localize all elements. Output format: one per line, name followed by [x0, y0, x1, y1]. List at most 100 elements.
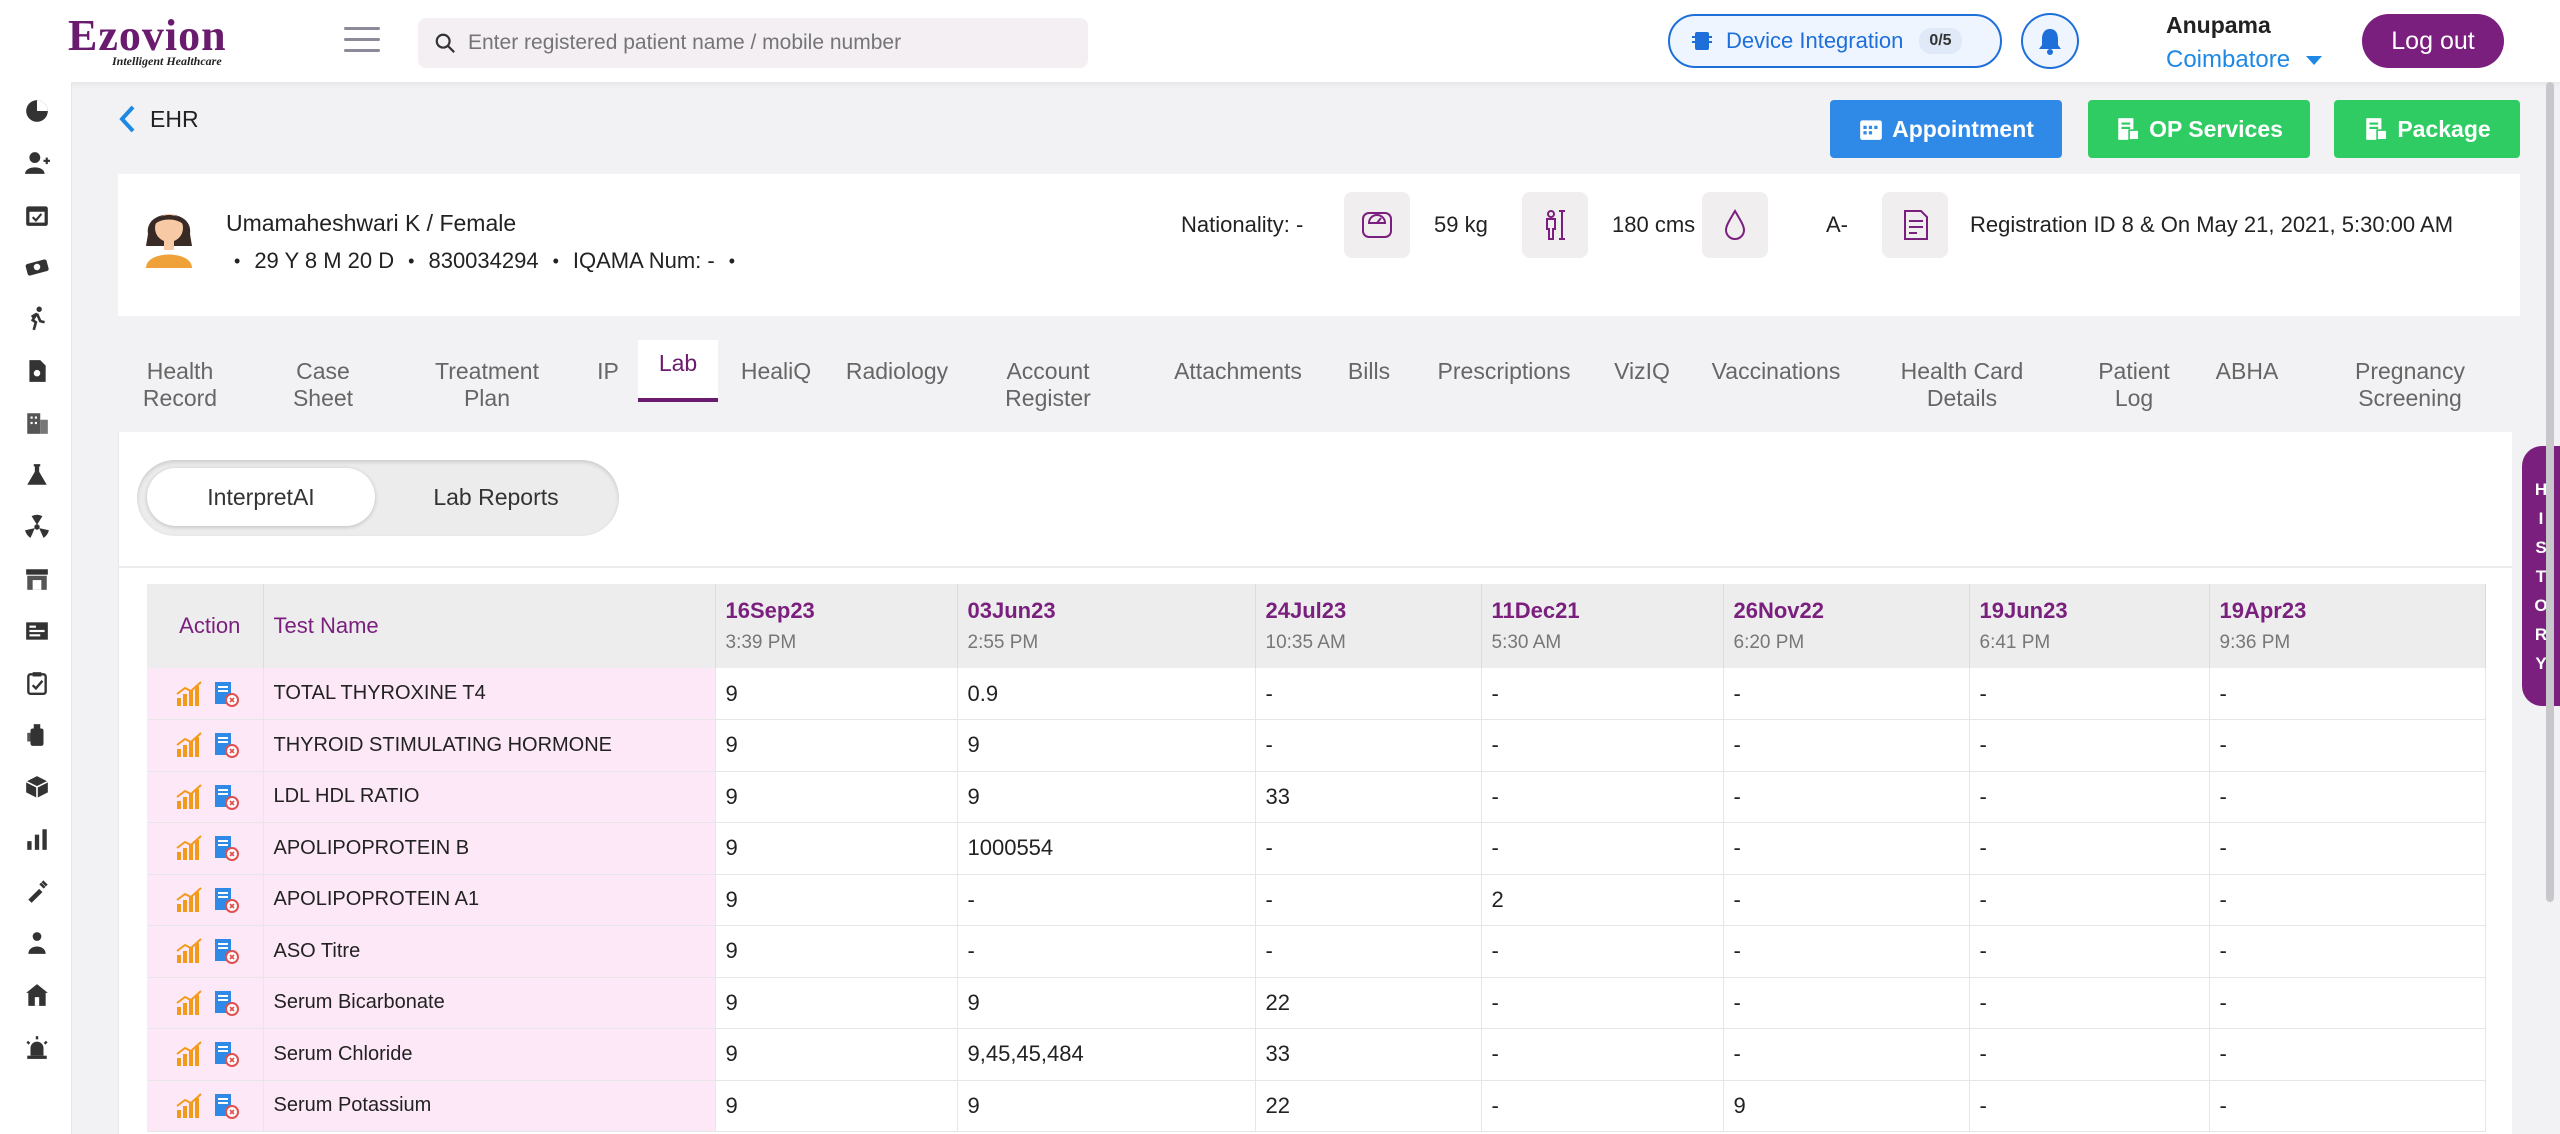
- sidebar-item-packages[interactable]: [22, 772, 52, 802]
- sidebar-item-inventory[interactable]: [22, 720, 52, 750]
- trend-chart-icon[interactable]: [175, 834, 203, 862]
- search-input[interactable]: [468, 18, 1068, 68]
- sidebar-item-appointments[interactable]: [22, 200, 52, 230]
- report-file-icon[interactable]: [211, 680, 239, 708]
- result-value-cell: 9: [715, 668, 958, 720]
- blood-group-icon-box: [1702, 192, 1768, 258]
- logout-button[interactable]: Log out: [2362, 14, 2504, 68]
- result-value-cell: -: [1481, 977, 1724, 1029]
- row-actions: [147, 822, 264, 875]
- appointment-button[interactable]: Appointment: [1830, 100, 2062, 158]
- sidebar-item-add-patient[interactable]: [22, 148, 52, 178]
- trend-chart-icon[interactable]: [175, 731, 203, 759]
- tab-viziq[interactable]: VizIQ: [1610, 358, 1674, 385]
- sidebar-item-facility[interactable]: [22, 408, 52, 438]
- tab-prescriptions[interactable]: Prescriptions: [1432, 358, 1576, 385]
- sidebar-item-dashboard[interactable]: [22, 96, 52, 126]
- tab-health-card-details[interactable]: Health Card Details: [1898, 358, 2026, 412]
- logo[interactable]: Ezovion Intelligent Healthcare: [68, 14, 227, 69]
- sidebar-item-physio[interactable]: [22, 304, 52, 334]
- sidebar-item-pharmacy[interactable]: [22, 564, 52, 594]
- tab-bills[interactable]: Bills: [1344, 358, 1394, 385]
- tab-lab[interactable]: Lab: [638, 340, 718, 402]
- report-file-icon[interactable]: [211, 731, 239, 759]
- trend-chart-icon[interactable]: [175, 783, 203, 811]
- building-icon: [27, 413, 48, 434]
- date-column-header[interactable]: 16Sep23 3:39 PM: [715, 584, 958, 668]
- tab-abha[interactable]: ABHA: [2214, 358, 2280, 385]
- op-services-button[interactable]: OP Services: [2088, 100, 2310, 158]
- report-file-icon[interactable]: [211, 834, 239, 862]
- tab-vaccinations[interactable]: Vaccinations: [1706, 358, 1846, 385]
- notifications-button[interactable]: [2021, 13, 2079, 69]
- date-column-header[interactable]: 19Apr23 9:36 PM: [2209, 584, 2486, 668]
- flask-icon: [27, 464, 47, 485]
- height-icon-box: [1522, 192, 1588, 258]
- sidebar-item-procedures[interactable]: [22, 876, 52, 906]
- walking-icon: [30, 306, 45, 331]
- trend-chart-icon[interactable]: [175, 937, 203, 965]
- tab-attachments[interactable]: Attachments: [1170, 358, 1306, 385]
- logo-text: Ezovion: [68, 11, 227, 60]
- report-file-icon[interactable]: [211, 1092, 239, 1120]
- result-value-cell: -: [1969, 874, 2210, 926]
- result-value-cell: -: [1481, 719, 1724, 772]
- page-scrollbar[interactable]: [2546, 82, 2554, 902]
- sidebar-item-tasks[interactable]: [22, 668, 52, 698]
- store-icon: [26, 569, 48, 590]
- date-column-header[interactable]: 03Jun23 2:55 PM: [957, 584, 1256, 668]
- sidebar-item-emergency[interactable]: [22, 1032, 52, 1062]
- result-value-cell: -: [2209, 719, 2486, 772]
- sidebar-item-reports[interactable]: [22, 824, 52, 854]
- report-file-icon[interactable]: [211, 886, 239, 914]
- device-integration-button[interactable]: Device Integration 0/5: [1668, 14, 2002, 68]
- injection-icon: [28, 880, 48, 903]
- sidebar-item-lab[interactable]: [22, 460, 52, 490]
- tab-patient-log[interactable]: Patient Log: [2092, 358, 2176, 412]
- sidebar-item-home[interactable]: [22, 980, 52, 1010]
- trend-chart-icon[interactable]: [175, 1092, 203, 1120]
- sidebar-item-doctors[interactable]: [22, 928, 52, 958]
- interpretai-toggle[interactable]: InterpretAI: [147, 468, 375, 526]
- trend-chart-icon[interactable]: [175, 680, 203, 708]
- tab-account-register[interactable]: Account Register: [998, 358, 1098, 412]
- tab-case-sheet[interactable]: Case Sheet: [292, 358, 354, 412]
- history-side-tab[interactable]: HISTORY: [2522, 446, 2560, 706]
- trend-chart-icon[interactable]: [175, 886, 203, 914]
- date-column-header[interactable]: 19Jun23 6:41 PM: [1969, 584, 2210, 668]
- date-column-header[interactable]: 26Nov22 6:20 PM: [1723, 584, 1970, 668]
- tab-treatment-plan[interactable]: Treatment Plan: [428, 358, 546, 412]
- report-file-icon[interactable]: [211, 937, 239, 965]
- radiation-icon: [25, 514, 49, 538]
- date-column-header[interactable]: 11Dec21 5:30 AM: [1481, 584, 1724, 668]
- menu-toggle-icon[interactable]: [344, 27, 380, 53]
- calendar-icon: [1860, 120, 1882, 140]
- patient-search: [418, 18, 1088, 68]
- sidebar-item-radiology[interactable]: [22, 512, 52, 542]
- package-button[interactable]: Package: [2334, 100, 2520, 158]
- table-row: THYROID STIMULATING HORMONE 9 9- - - - -: [147, 719, 2486, 772]
- result-value-cell: -: [1969, 771, 2210, 823]
- trend-chart-icon[interactable]: [175, 1040, 203, 1068]
- sidebar-item-documents[interactable]: [22, 356, 52, 386]
- lab-reports-toggle[interactable]: Lab Reports: [383, 468, 609, 526]
- back-to-ehr[interactable]: EHR: [118, 104, 199, 134]
- patient-name-gender: Umamaheshwari K / Female: [226, 210, 517, 236]
- sidebar-item-tokens[interactable]: [22, 252, 52, 282]
- report-file-icon[interactable]: [211, 989, 239, 1017]
- location-selector[interactable]: Coimbatore: [2166, 46, 2323, 74]
- lab-view-toggle: InterpretAI Lab Reports: [137, 460, 619, 536]
- tab-healiq[interactable]: HealiQ: [736, 358, 816, 385]
- chip-icon: [1692, 32, 1712, 50]
- report-file-icon[interactable]: [211, 1040, 239, 1068]
- sidebar-item-billing[interactable]: [22, 616, 52, 646]
- patient-age: 29 Y 8 M 20 D: [254, 248, 395, 273]
- report-file-icon[interactable]: [211, 783, 239, 811]
- user-name: Anupama: [2166, 12, 2271, 38]
- tab-ip[interactable]: IP: [594, 358, 622, 385]
- tab-radiology[interactable]: Radiology: [842, 358, 952, 385]
- date-column-header[interactable]: 24Jul23 10:35 AM: [1255, 584, 1482, 668]
- trend-chart-icon[interactable]: [175, 989, 203, 1017]
- tab-health-record[interactable]: Health Record: [142, 358, 218, 412]
- tab-pregnancy-screening[interactable]: Pregnancy Screening: [2350, 358, 2470, 412]
